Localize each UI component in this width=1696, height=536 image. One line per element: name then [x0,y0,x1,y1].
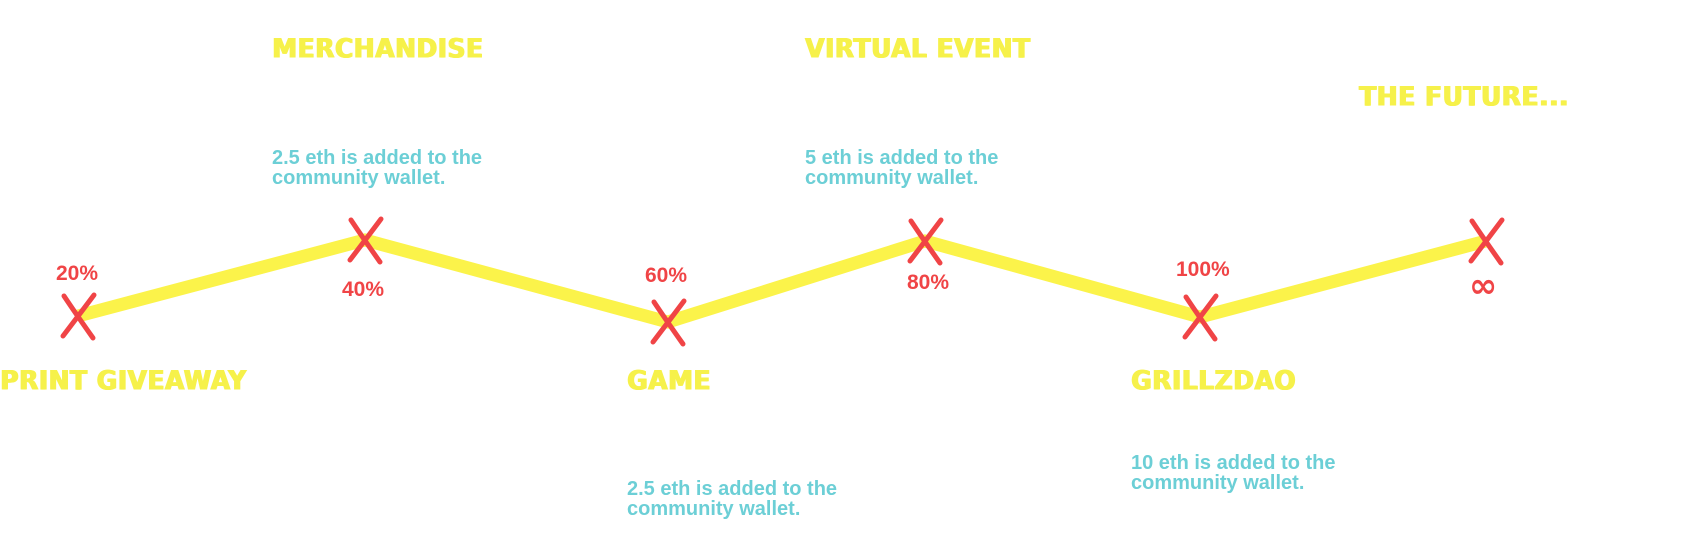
infinity-symbol: ∞ [1469,266,1498,306]
milestone-description: 2.5 eth is added to the community wallet… [272,147,483,189]
milestone-title: GAME [627,365,711,396]
milestone-percent: 60% [645,264,688,287]
milestone-description: 2.5 eth is added to the community wallet… [627,478,838,520]
milestone-percent: 100% [1176,258,1230,281]
milestone-percent: 80% [907,271,950,294]
milestone-title: VIRTUAL EVENT [805,33,1031,64]
milestone-percent: 20% [56,262,99,285]
milestone-description: 10 eth is added to the community wallet. [1131,452,1336,494]
roadmap-path [76,233,1488,329]
milestone-description: 5 eth is added to the community wallet. [805,147,999,189]
milestone-title: GRILLZDAO [1131,365,1296,396]
milestone-title: PRINT GIVEAWAY [0,365,247,396]
milestone-title: THE FUTURE... [1359,81,1569,112]
milestone-percent: 40% [342,278,385,301]
milestone-title: MERCHANDISE [272,33,484,64]
